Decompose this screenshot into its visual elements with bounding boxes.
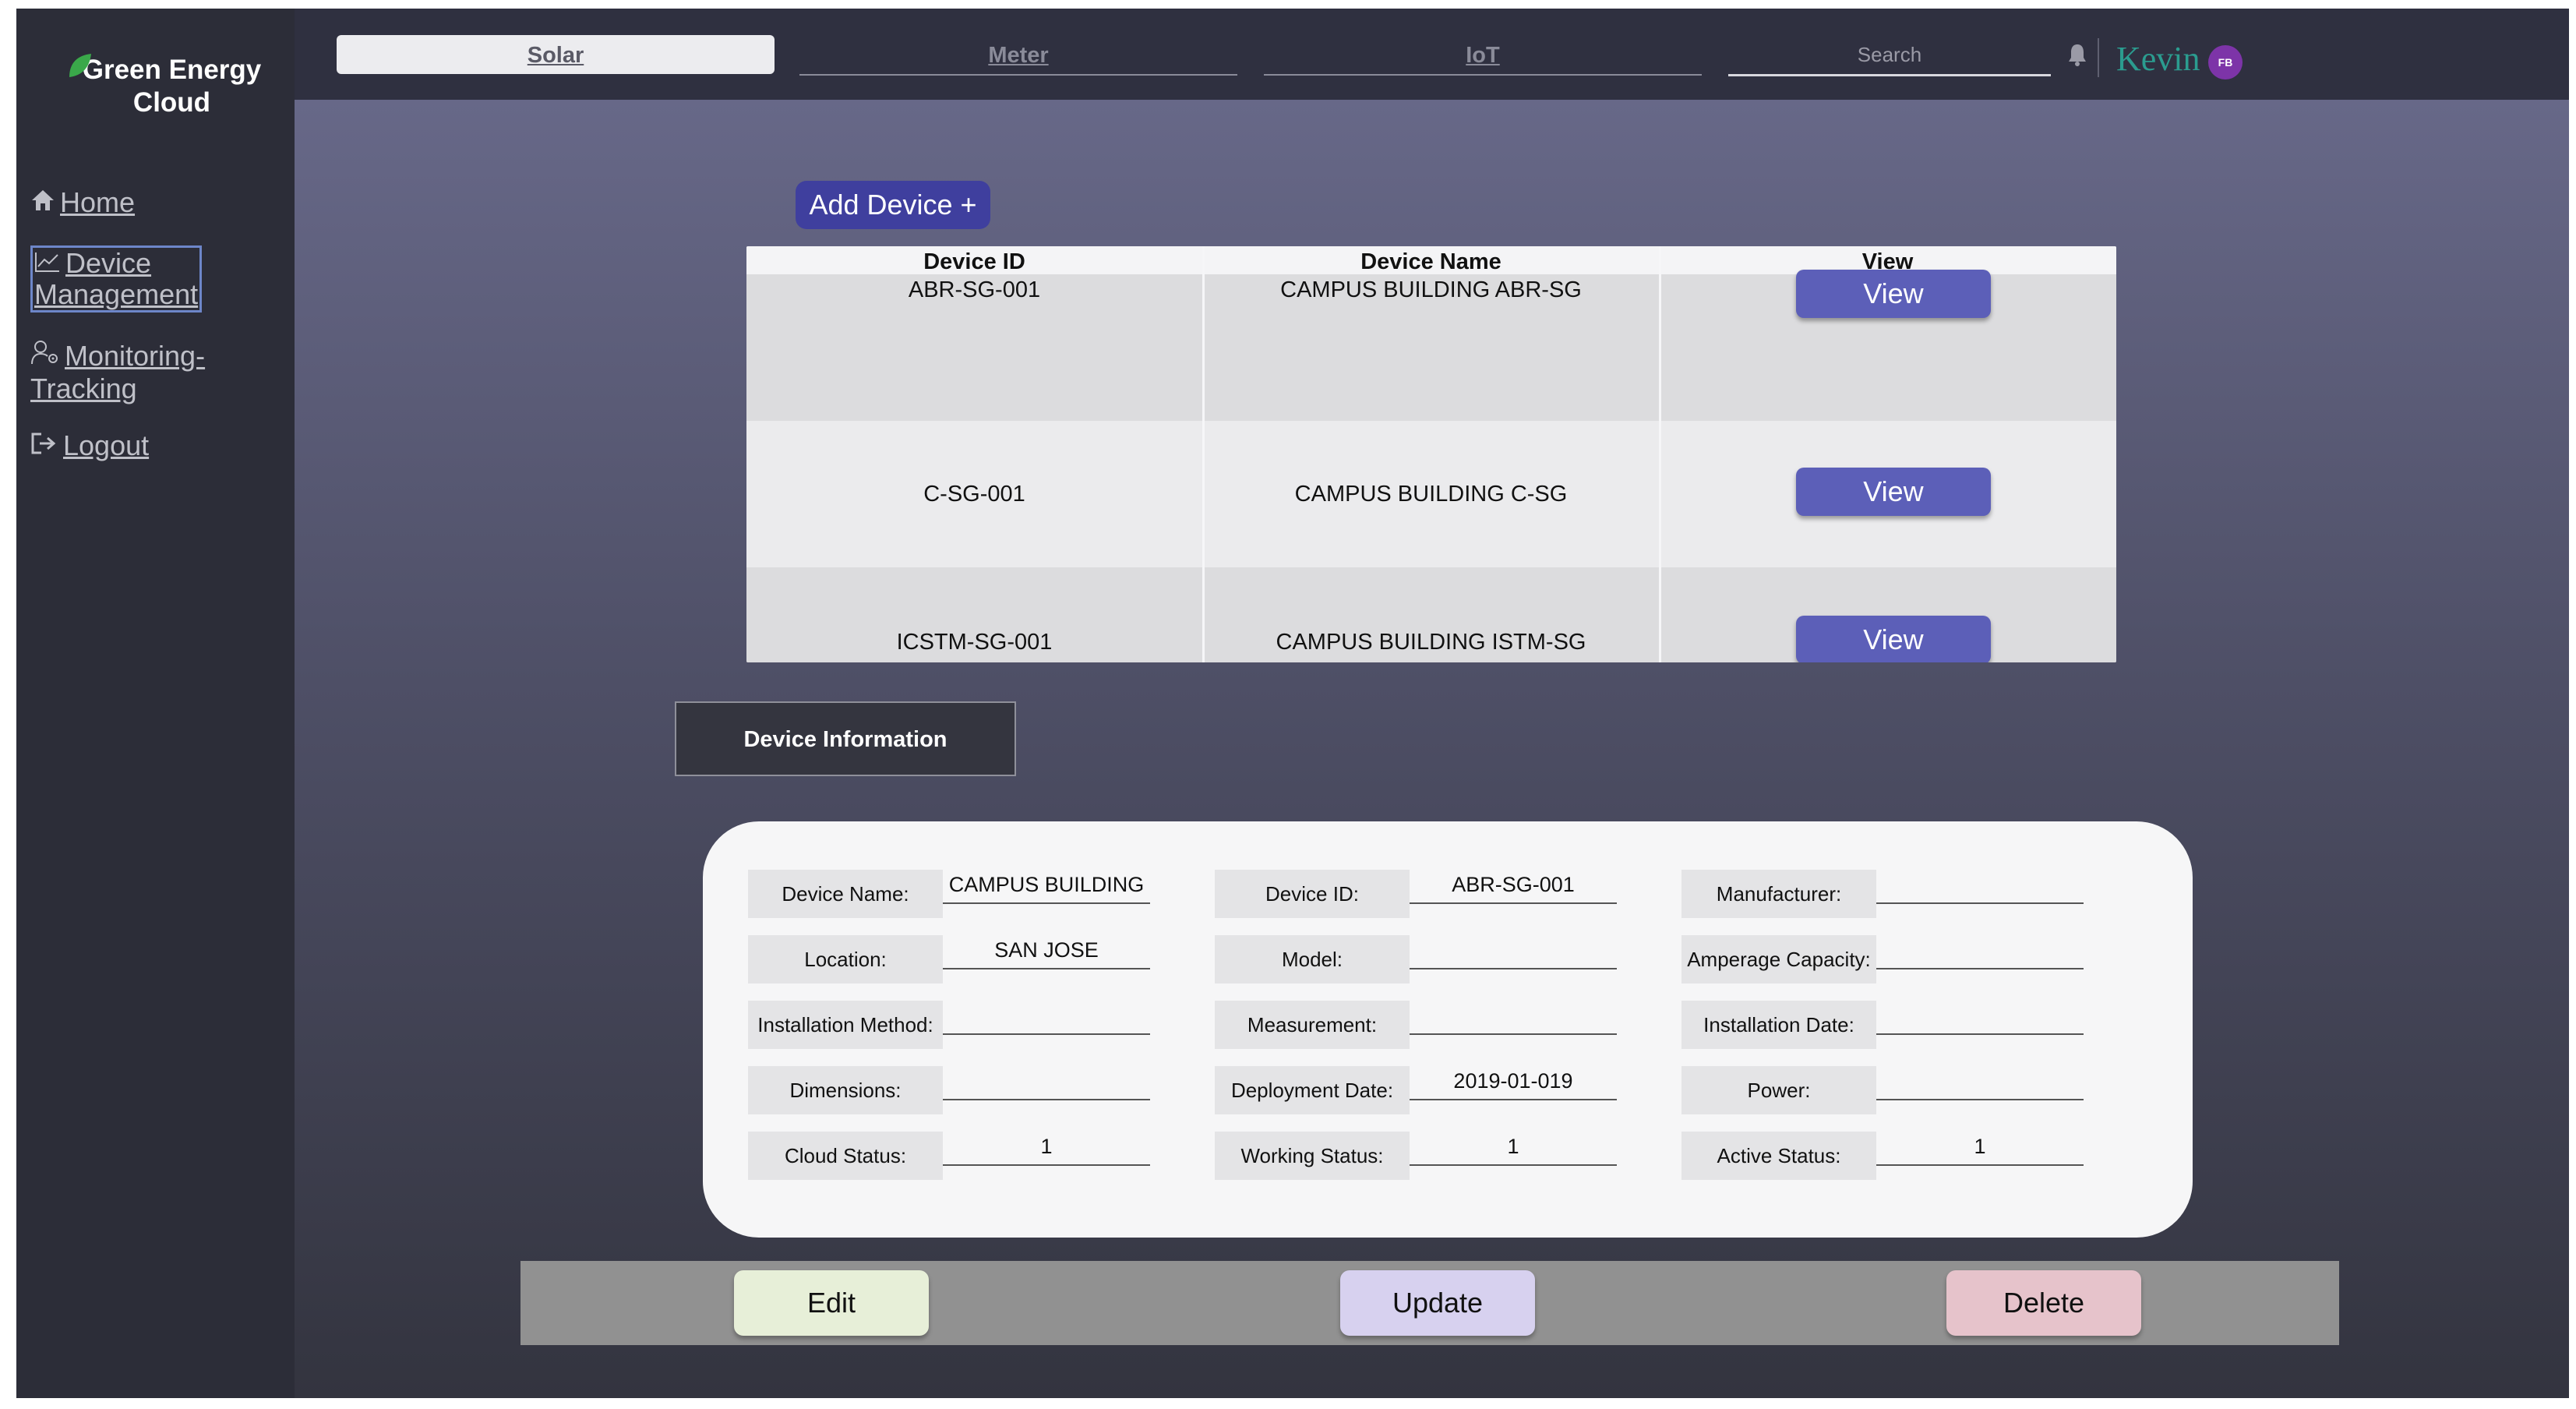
bell-icon[interactable] (2068, 43, 2087, 70)
column-divider (1202, 246, 1205, 662)
device-table: Device ID Device Name View ABR-SG-001 CA… (746, 246, 2116, 662)
top-nav-bar: Solar Meter IoT Kevin FB (295, 9, 2569, 100)
search-input[interactable] (1728, 35, 2051, 76)
cloud-status-field[interactable]: 1 (943, 1128, 1150, 1166)
installation-method-label: Installation Method: (748, 1001, 943, 1049)
brand-name-line2: Cloud (132, 87, 211, 118)
power-field[interactable] (1876, 1063, 2084, 1100)
deployment-date-label: Deployment Date: (1215, 1066, 1410, 1114)
column-divider (1659, 246, 1661, 662)
sidebar-item-device-management[interactable]: Device Management (30, 245, 202, 313)
tab-meter[interactable]: Meter (799, 35, 1237, 76)
device-id-field[interactable]: ABR-SG-001 (1410, 867, 1617, 904)
table-row: ICSTM-SG-001 CAMPUS BUILDING ISTM-SG Vie… (746, 567, 2116, 662)
table-row: C-SG-001 CAMPUS BUILDING C-SG View (746, 421, 2116, 567)
dimensions-field[interactable] (943, 1063, 1150, 1100)
main-content: Add Device + Device ID Device Name View … (295, 100, 2569, 1398)
update-button[interactable]: Update (1340, 1270, 1535, 1336)
device-name-field[interactable]: CAMPUS BUILDING (943, 867, 1150, 904)
device-name-label: Device Name: (748, 870, 943, 918)
table-row: ABR-SG-001 CAMPUS BUILDING ABR-SG View (746, 270, 2116, 421)
amperage-capacity-field[interactable] (1876, 932, 2084, 969)
active-status-label: Active Status: (1681, 1132, 1876, 1180)
divider (2098, 38, 2099, 77)
sidebar-item-label: Home (60, 186, 136, 218)
cloud-status-label: Cloud Status: (748, 1132, 943, 1180)
deployment-date-field[interactable]: 2019-01-019 (1410, 1063, 1617, 1100)
location-label: Location: (748, 935, 943, 983)
device-name-cell: CAMPUS BUILDING ABR-SG (1280, 277, 1582, 302)
user-name[interactable]: Kevin (2116, 40, 2200, 79)
delete-button[interactable]: Delete (1946, 1270, 2141, 1336)
model-field[interactable] (1410, 932, 1617, 969)
view-button[interactable]: View (1796, 270, 1991, 318)
tab-iot[interactable]: IoT (1264, 35, 1702, 76)
leaf-icon (66, 52, 93, 87)
add-device-button[interactable]: Add Device + (796, 181, 990, 229)
column-header-device-id: Device ID (923, 249, 1025, 274)
sidebar-item-home[interactable]: Home (30, 186, 135, 219)
device-id-cell: ABR-SG-001 (908, 277, 1041, 302)
device-name-cell: CAMPUS BUILDING ISTM-SG (1276, 630, 1586, 655)
app-window: Green Energy Cloud Home Device Managemen… (16, 9, 2569, 1398)
logout-icon (31, 433, 56, 454)
manufacturer-label: Manufacturer: (1681, 870, 1876, 918)
installation-date-label: Installation Date: (1681, 1001, 1876, 1049)
working-status-field[interactable]: 1 (1410, 1128, 1617, 1166)
chart-line-icon (35, 252, 59, 272)
tab-solar[interactable]: Solar (337, 35, 775, 74)
device-id-cell: ICSTM-SG-001 (896, 630, 1053, 655)
device-information-tab[interactable]: Device Information (675, 701, 1016, 776)
action-bar: Edit Update Delete (520, 1261, 2339, 1345)
view-button[interactable]: View (1796, 616, 1991, 662)
brand-logo: Green Energy Cloud (49, 54, 295, 119)
model-label: Model: (1215, 935, 1410, 983)
home-icon (32, 190, 54, 210)
power-label: Power: (1681, 1066, 1876, 1114)
device-id-label: Device ID: (1215, 870, 1410, 918)
sidebar: Green Energy Cloud Home Device Managemen… (16, 9, 295, 1398)
sidebar-item-label: Logout (63, 429, 150, 461)
sidebar-item-monitoring-tracking[interactable]: Monitoring-Tracking (30, 339, 233, 405)
amperage-capacity-label: Amperage Capacity: (1681, 935, 1876, 983)
active-status-field[interactable]: 1 (1876, 1128, 2084, 1166)
column-header-device-name: Device Name (1360, 249, 1501, 274)
location-field[interactable]: SAN JOSE (943, 932, 1150, 969)
working-status-label: Working Status: (1215, 1132, 1410, 1180)
installation-method-field[interactable] (943, 998, 1150, 1035)
device-id-cell: C-SG-001 (923, 482, 1025, 507)
dimensions-label: Dimensions: (748, 1066, 943, 1114)
device-information-card: Device Name: CAMPUS BUILDING Device ID: … (703, 821, 2193, 1238)
device-name-cell: CAMPUS BUILDING C-SG (1294, 482, 1568, 507)
installation-date-field[interactable] (1876, 998, 2084, 1035)
user-gear-icon (31, 341, 58, 365)
sidebar-item-logout[interactable]: Logout (30, 429, 149, 462)
manufacturer-field[interactable] (1876, 867, 2084, 904)
avatar[interactable]: FB (2208, 45, 2243, 79)
measurement-field[interactable] (1410, 998, 1617, 1035)
measurement-label: Measurement: (1215, 1001, 1410, 1049)
edit-button[interactable]: Edit (734, 1270, 929, 1336)
view-button[interactable]: View (1796, 468, 1991, 516)
